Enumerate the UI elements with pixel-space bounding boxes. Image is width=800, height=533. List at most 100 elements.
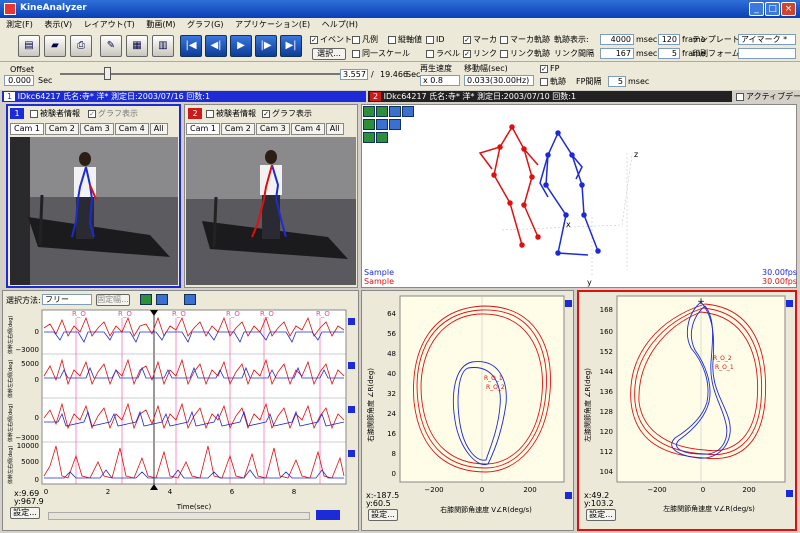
tab-all[interactable]: All — [149, 123, 168, 135]
time-slider-track[interactable] — [60, 73, 340, 75]
tab-cam2[interactable]: Cam 2 — [44, 123, 79, 135]
p2-cursor-marker: + — [697, 297, 705, 307]
tab-all-2[interactable]: All — [325, 123, 344, 135]
speed-label: 再生速度 — [420, 64, 452, 73]
offset-label: Offset — [10, 65, 35, 74]
msec-unit: msec — [636, 35, 658, 44]
link-interval-field[interactable]: 167 — [600, 48, 634, 59]
minimize-button[interactable]: _ — [749, 2, 764, 16]
ts-xlabel: Time(sec) — [176, 503, 212, 511]
first-frame-icon[interactable]: |◀ — [180, 35, 202, 57]
label-checkbox[interactable]: ラベル — [426, 49, 460, 59]
offset-value[interactable]: 0.000 — [4, 75, 34, 86]
graph-display-checkbox-1[interactable]: ✓ グラフ表示 — [88, 109, 138, 119]
ts-tick-4a: 10000 — [17, 442, 39, 450]
range-select-icon[interactable] — [140, 294, 152, 305]
last-frame-icon[interactable]: ▶| — [280, 35, 302, 57]
grid-icon[interactable]: ▦ — [126, 35, 148, 57]
template-select[interactable]: アイマーク * — [738, 34, 796, 45]
menu-video[interactable]: 動画(M) — [146, 20, 175, 29]
marker-checkbox[interactable]: ✓ マーカ — [463, 35, 497, 45]
menu-graph[interactable]: グラフ(G) — [187, 20, 223, 29]
new-file-icon[interactable]: ▤ — [18, 35, 40, 57]
time-slider-thumb[interactable] — [104, 67, 111, 80]
same-scale-checkbox[interactable]: 同一スケール — [352, 49, 410, 59]
move-width-select[interactable]: 0.033(30.00Hz) — [464, 75, 534, 86]
ts-ylabel-3: 体幹左右傾(deg) — [7, 404, 14, 442]
ts-ylabel-4: 体幹左右傾(deg) — [7, 446, 14, 484]
p2-settings-button[interactable]: 設定... — [586, 509, 616, 521]
trace-checkbox[interactable]: 軌跡 — [540, 77, 566, 87]
p1-expand-icon[interactable] — [565, 300, 572, 307]
tab-cam4-2[interactable]: Cam 4 — [290, 123, 325, 135]
ts-panel-3-expand-icon[interactable] — [348, 406, 355, 413]
video-frame-1[interactable] — [10, 137, 178, 285]
tab-cam3[interactable]: Cam 3 — [79, 123, 114, 135]
fp-interval-unit: msec — [628, 77, 650, 86]
ts-scrollbar[interactable] — [48, 512, 310, 520]
subject-info-checkbox-1[interactable]: 被験者情報 — [30, 109, 80, 119]
fit-range-icon[interactable] — [184, 294, 196, 305]
p2-zoom-in-icon[interactable] — [786, 490, 793, 497]
link-checkbox[interactable]: ✓ リンク — [463, 49, 497, 59]
ts-zoom-controls-icon[interactable] — [316, 510, 340, 520]
trace-frame-field[interactable]: 120 — [658, 34, 680, 45]
fixed-width-button[interactable]: 固定幅... — [96, 294, 130, 306]
video-frame-2[interactable] — [186, 137, 356, 285]
p2-ytick-104: 104 — [600, 468, 614, 476]
fp-checkbox[interactable]: ✓ FP — [540, 64, 559, 74]
tab-cam4[interactable]: Cam 4 — [114, 123, 149, 135]
menu-help[interactable]: ヘルプ(H) — [322, 20, 358, 29]
tab-cam1[interactable]: Cam 1 — [10, 123, 44, 135]
select-button[interactable]: 選択... — [312, 48, 346, 60]
close-button[interactable]: × — [781, 2, 796, 16]
step-back-icon[interactable]: ◀| — [205, 35, 227, 57]
ts-panel-4-expand-icon[interactable] — [348, 450, 355, 457]
dataset-1-header[interactable]: 1 IDkc64217 氏名:寺* 洋* 測定日:2003/07/16 回数:1 — [2, 91, 366, 102]
p1-ylabel: 右膝関節角度 ∠R(deg) — [366, 368, 375, 442]
event-checkbox[interactable]: ✓ イベント — [310, 35, 352, 45]
select-method-dropdown[interactable]: フリー — [42, 294, 92, 305]
ts-settings-button[interactable]: 設定... — [10, 507, 40, 519]
ts-panel-2-expand-icon[interactable] — [348, 362, 355, 369]
menu-view[interactable]: 表示(V) — [44, 20, 72, 29]
p2-expand-icon[interactable] — [786, 300, 793, 307]
fp-interval-field[interactable]: 5 — [608, 76, 626, 87]
dataset-1-number: 1 — [4, 92, 16, 101]
tab-cam3-2[interactable]: Cam 3 — [255, 123, 290, 135]
maximize-button[interactable]: □ — [765, 2, 780, 16]
menu-measure[interactable]: 測定(F) — [6, 20, 33, 29]
graph-display-checkbox-2[interactable]: ✓ グラフ表示 — [262, 109, 312, 119]
zoom-range-icon[interactable] — [156, 294, 168, 305]
active-data-checkbox[interactable]: アクティブデータ — [736, 92, 800, 102]
sample-label-2: Sample — [364, 277, 394, 286]
open-folder-icon[interactable]: ▰ — [44, 35, 66, 57]
tab-cam2-2[interactable]: Cam 2 — [220, 123, 255, 135]
p1-zoom-in-icon[interactable] — [565, 492, 572, 499]
play-icon[interactable]: ▶ — [230, 35, 252, 57]
legend-checkbox[interactable]: 凡例 — [352, 35, 378, 45]
current-time-field[interactable]: 3.557 — [340, 69, 368, 80]
vertical-value-checkbox[interactable]: 縦軸値 — [388, 35, 422, 45]
dataset-2-header[interactable]: 2 IDkc64217 氏名:寺* 洋* 測定日:2003/07/10 回数:1 — [368, 91, 732, 102]
id-checkbox[interactable]: ID — [426, 35, 445, 45]
p1-ytick-40: 40 — [387, 370, 396, 378]
event-label-6: R_O — [316, 310, 330, 318]
link-trace-checkbox[interactable]: リンク軌跡 — [500, 49, 550, 59]
step-forward-icon[interactable]: |▶ — [255, 35, 277, 57]
fp-interval-label: FP間隔 — [576, 77, 602, 86]
link-frame-field[interactable]: 5 — [658, 48, 680, 59]
tab-cam1-2[interactable]: Cam 1 — [186, 123, 220, 135]
edit-icon[interactable]: ✎ — [100, 35, 122, 57]
trace-msec-field[interactable]: 4000 — [600, 34, 634, 45]
menu-layout[interactable]: レイアウト(T) — [84, 20, 135, 29]
marker-trace-checkbox[interactable]: マーカ軌跡 — [500, 35, 550, 45]
ts-panel-1-expand-icon[interactable] — [348, 318, 355, 325]
subject-info-checkbox-2[interactable]: 被験者情報 — [206, 109, 256, 119]
print-form-select[interactable] — [738, 48, 796, 59]
menu-application[interactable]: アプリケーション(E) — [235, 20, 310, 29]
table-icon[interactable]: ▥ — [152, 35, 174, 57]
speed-select[interactable]: x 0.8 — [420, 75, 460, 86]
print-icon[interactable]: ⎙ — [70, 35, 92, 57]
p1-settings-button[interactable]: 設定... — [368, 509, 398, 521]
